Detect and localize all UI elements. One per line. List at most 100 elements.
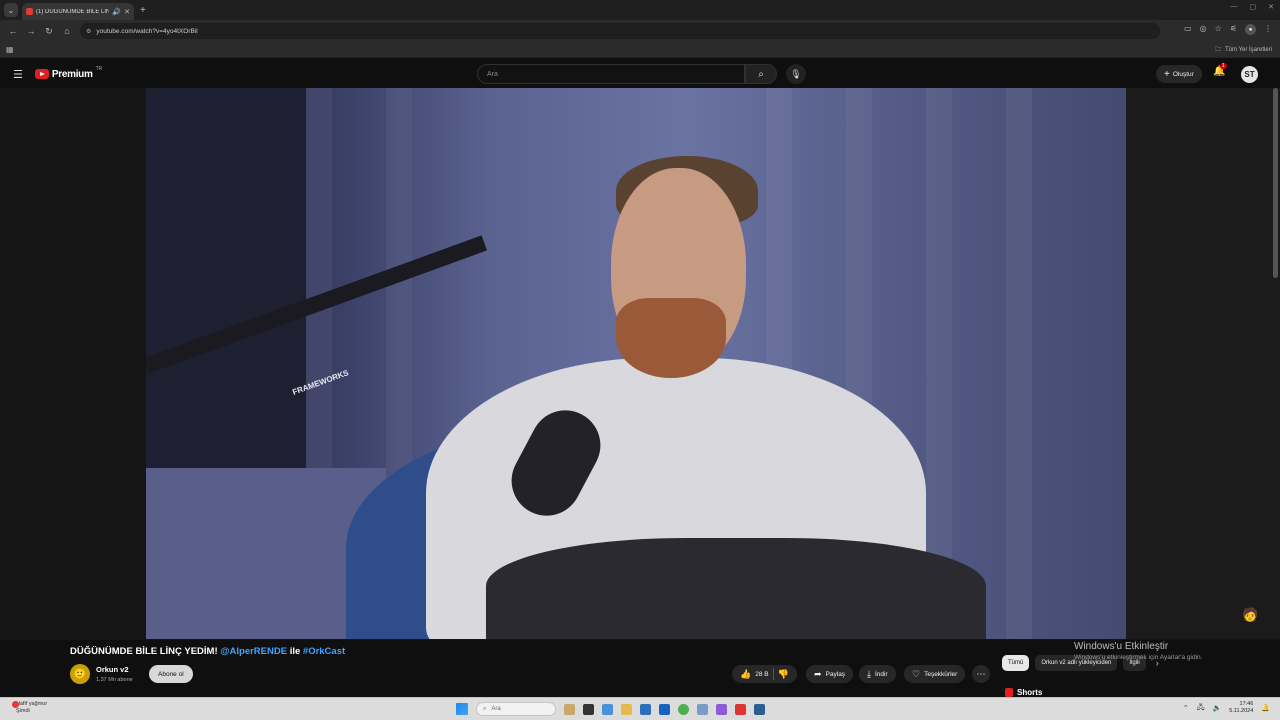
- reload-icon[interactable]: ↻: [44, 26, 54, 37]
- profile-avatar[interactable]: ST: [1241, 66, 1258, 83]
- new-tab-button[interactable]: +: [140, 5, 146, 16]
- file-explorer-icon[interactable]: [621, 703, 632, 715]
- youtube-premium-logo[interactable]: Premium TR: [34, 66, 102, 80]
- browser-tab-active[interactable]: (1) DÜĞÜNÜMDE BİLE LİNÇ 🔊 ✕: [22, 3, 134, 20]
- steam-icon[interactable]: [754, 703, 765, 715]
- back-icon[interactable]: ←: [8, 26, 18, 36]
- create-label: Oluştur: [1172, 70, 1194, 78]
- tab-search-icon[interactable]: ⌄: [4, 3, 18, 17]
- browser-tab-strip: ⌄ (1) DÜĞÜNÜMDE BİLE LİNÇ 🔊 ✕ + — ▢ ✕: [0, 0, 1280, 20]
- browser-menu-icon[interactable]: ⋮: [1264, 24, 1272, 35]
- like-count[interactable]: 28 B: [755, 671, 768, 678]
- background-shelf: [146, 88, 306, 468]
- windows-activation-subtitle: Windows'u etkinleştirmek için Ayarlar'a …: [1074, 654, 1203, 661]
- task-view-icon[interactable]: [583, 703, 594, 715]
- download-icon: ⤓: [867, 668, 871, 679]
- chip-all[interactable]: Tümü: [1002, 655, 1030, 671]
- more-actions-button[interactable]: ⋯: [972, 665, 990, 683]
- share-label: Paylaş: [825, 670, 846, 678]
- weather-condition: Hafif yağmur: [16, 701, 48, 707]
- bookmark-star-icon[interactable]: ☆: [1215, 24, 1222, 35]
- app-icon[interactable]: [697, 703, 708, 715]
- speaker-icon[interactable]: 🔊: [112, 8, 121, 16]
- subscriber-count: 1,37 Mn abone: [96, 677, 133, 683]
- shorts-section-header: Shorts: [1005, 688, 1042, 697]
- logo-text: Premium: [51, 68, 93, 80]
- windows-taskbar: Hafif yağmur Şimdi ⌕ Ara ⌃ 🖧 🔈 17:46 5.1…: [0, 697, 1280, 720]
- chrome-icon[interactable]: [678, 703, 689, 715]
- hashtag-link[interactable]: #OrkCast: [303, 646, 345, 657]
- thumbs-up-icon[interactable]: 👍: [740, 669, 751, 680]
- video-title-ile: ile: [289, 646, 301, 657]
- microphone-icon: 🎙: [790, 68, 802, 79]
- discord-icon[interactable]: [716, 703, 727, 715]
- windows-activation-title: Windows'u Etkinleştir: [1074, 641, 1169, 652]
- like-dislike-group: 👍 28 B 👎: [732, 665, 797, 683]
- player-side-area: [1126, 88, 1280, 639]
- clock-time: 17:46: [1239, 701, 1254, 707]
- tray-chevron-icon[interactable]: ⌃: [1183, 704, 1189, 712]
- shorts-label: Shorts: [1017, 688, 1043, 697]
- taskbar-search[interactable]: ⌕ Ara: [476, 702, 556, 716]
- outlook-icon[interactable]: [659, 703, 670, 715]
- forward-icon[interactable]: →: [26, 26, 36, 36]
- notification-center-icon[interactable]: 🔔: [1261, 704, 1270, 712]
- menu-hamburger-icon[interactable]: ☰: [13, 68, 23, 81]
- folder-icon: 🗀: [1214, 47, 1221, 53]
- taskbar-search-icon: ⌕: [483, 705, 487, 712]
- tab-title: (1) DÜĞÜNÜMDE BİLE LİNÇ: [36, 8, 110, 15]
- notification-badge: 1: [1220, 63, 1227, 69]
- address-bar[interactable]: ⚙ youtube.com/watch?v=4yo4tXOrBil: [80, 23, 1160, 39]
- search-input[interactable]: Ara: [477, 64, 745, 84]
- thanks-button[interactable]: ♡ Teşekkürler: [904, 665, 966, 683]
- search-placeholder: Ara: [487, 70, 498, 78]
- cast-icon[interactable]: ▭: [1184, 24, 1192, 35]
- voice-search-button[interactable]: 🎙: [786, 64, 806, 84]
- channel-watermark-icon[interactable]: 🧑: [1242, 607, 1258, 623]
- share-icon: ➦: [814, 668, 822, 679]
- search-button[interactable]: ⌕: [745, 64, 777, 84]
- thanks-label: Teşekkürler: [924, 670, 958, 678]
- notifications-button[interactable]: 🔔 1: [1213, 63, 1227, 77]
- windows-start-icon[interactable]: [456, 703, 468, 715]
- close-window-icon[interactable]: ✕: [1268, 3, 1274, 11]
- mention-link[interactable]: @AlperRENDE: [220, 646, 287, 657]
- system-tray: ⌃ 🖧 🔈 17:46 5.11.2024 🔔: [1183, 701, 1270, 715]
- all-bookmarks-button[interactable]: 🗀 Tüm Yer İşaretleri: [1215, 45, 1272, 55]
- volume-icon[interactable]: 🔈: [1213, 704, 1222, 712]
- search-icon: ⌕: [758, 68, 764, 80]
- weather-time: Şimdi: [16, 708, 30, 715]
- maximize-icon[interactable]: ▢: [1250, 3, 1257, 11]
- browser-profile-avatar[interactable]: ●: [1245, 24, 1256, 35]
- url-text: youtube.com/watch?v=4yo4tXOrBil: [96, 27, 198, 35]
- minimize-icon[interactable]: —: [1231, 3, 1238, 11]
- channel-name[interactable]: Orkun v2: [96, 665, 129, 674]
- extensions-icon[interactable]: ⚟: [1230, 24, 1237, 35]
- weather-widget[interactable]: Hafif yağmur Şimdi: [12, 701, 48, 715]
- network-icon[interactable]: 🖧: [1197, 703, 1205, 714]
- subscribe-button[interactable]: Abone ol: [149, 665, 193, 683]
- media-app-icon[interactable]: [735, 703, 746, 715]
- copilot-icon[interactable]: [602, 703, 613, 715]
- apps-grid-icon[interactable]: ▦: [6, 45, 14, 54]
- channel-avatar[interactable]: 🙂: [70, 664, 90, 684]
- video-player[interactable]: FRAMEWORKS: [146, 88, 1126, 639]
- store-icon[interactable]: [640, 703, 651, 715]
- shorts-icon: [1005, 688, 1013, 697]
- page-scrollbar[interactable]: [1273, 88, 1278, 278]
- bookmarks-bar: ▦ 🗀 Tüm Yer İşaretleri: [0, 42, 1280, 58]
- toolbar-icons: ▭ ◎ ☆ ⚟ ● ⋮: [1184, 24, 1272, 35]
- clock[interactable]: 17:46 5.11.2024: [1229, 701, 1253, 715]
- share-button[interactable]: ➦ Paylaş: [806, 665, 854, 683]
- thumbs-down-icon[interactable]: 👎: [778, 669, 789, 680]
- browser-toolbar: ← → ↻ ⌂ ⚙ youtube.com/watch?v=4yo4tXOrBi…: [0, 20, 1280, 42]
- person-beard: [616, 298, 726, 378]
- news-widget-icon[interactable]: [564, 703, 575, 715]
- eye-off-icon[interactable]: ◎: [1200, 24, 1207, 35]
- create-button[interactable]: + Oluştur: [1156, 65, 1202, 83]
- close-tab-icon[interactable]: ✕: [124, 8, 130, 16]
- download-button[interactable]: ⤓ İndir: [859, 665, 896, 683]
- site-info-icon[interactable]: ⚙: [86, 28, 91, 35]
- curtain-fold: [1006, 88, 1032, 639]
- home-icon[interactable]: ⌂: [62, 26, 72, 36]
